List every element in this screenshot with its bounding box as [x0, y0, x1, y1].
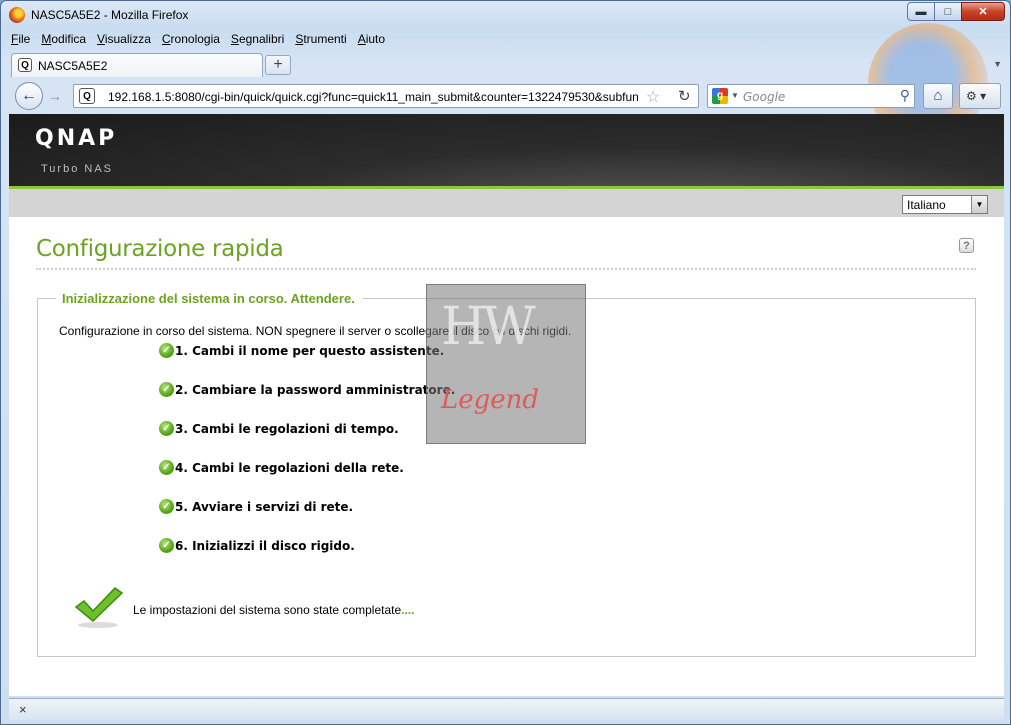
check-icon: ✓ — [159, 421, 174, 436]
list-item: ✓ 1. Cambi il nome per questo assistente… — [159, 343, 455, 382]
menu-strumenti[interactable]: Strumenti — [295, 32, 346, 50]
menu-file[interactable]: File — [11, 32, 30, 50]
step-label: 3. Cambi le regolazioni di tempo. — [175, 422, 399, 436]
check-icon: ✓ — [159, 538, 174, 553]
close-icon[interactable]: × — [19, 702, 27, 717]
completed-text: Le impostazioni del sistema sono state c… — [133, 603, 402, 617]
qnap-favicon-icon: Q — [18, 58, 32, 72]
menu-segnalibri[interactable]: Segnalibri — [231, 32, 284, 50]
back-button[interactable]: ← — [15, 82, 43, 110]
step-label: 6. Inizializzi il disco rigido. — [175, 539, 355, 553]
title-bar: NASC5A5E2 - Mozilla Firefox ▬ □ ✕ — [1, 1, 1010, 30]
tab-list-icon[interactable]: ▼ — [993, 59, 1002, 69]
list-item: ✓ 2. Cambiare la password amministratore… — [159, 382, 455, 421]
minimize-button[interactable]: ▬ — [907, 2, 935, 21]
tab-active[interactable]: Q NASC5A5E2 — [11, 53, 263, 77]
chevron-down-icon[interactable]: ▼ — [971, 196, 987, 213]
url-text[interactable]: 192.168.1.5:8080/cgi-bin/quick/quick.cgi… — [108, 90, 642, 104]
list-item: ✓ 3. Cambi le regolazioni di tempo. — [159, 421, 455, 460]
help-icon[interactable]: ? — [959, 238, 974, 253]
page-content: QNAP Turbo NAS Italiano ▼ Configurazione… — [9, 114, 1004, 696]
qnap-header: QNAP Turbo NAS — [9, 114, 1004, 186]
address-bar[interactable]: Q 192.168.1.5:8080/cgi-bin/quick/quick.c… — [73, 84, 699, 108]
search-bar[interactable]: g ▼ Google ⚲ — [707, 84, 915, 108]
completed-message: Le impostazioni del sistema sono state c… — [133, 603, 415, 617]
site-identity-icon[interactable]: Q — [79, 88, 95, 104]
search-engine-dropdown-icon[interactable]: ▼ — [731, 91, 739, 100]
qnap-subtitle: Turbo NAS — [41, 163, 114, 175]
search-input[interactable]: Google — [743, 90, 785, 104]
check-icon: ✓ — [159, 499, 174, 514]
check-icon: ✓ — [159, 382, 174, 397]
addon-button[interactable]: ⚙ ▾ — [959, 83, 1001, 109]
completed-dots: .... — [401, 603, 415, 617]
step-label: 5. Avviare i servizi di rete. — [175, 500, 354, 514]
menu-visualizza[interactable]: Visualizza — [97, 32, 151, 50]
qnap-logo: QNAP — [35, 126, 118, 151]
list-item: ✓ 4. Cambi le regolazioni della rete. — [159, 460, 455, 499]
new-tab-button[interactable]: + — [265, 55, 291, 75]
tab-label: NASC5A5E2 — [38, 59, 108, 73]
window-title: NASC5A5E2 - Mozilla Firefox — [31, 8, 189, 22]
tab-bar: Q NASC5A5E2 + ▼ — [9, 53, 1004, 77]
check-icon: ✓ — [159, 343, 174, 358]
bookmark-star-icon[interactable]: ☆ — [646, 87, 660, 107]
step-label: 2. Cambiare la password amministratore. — [175, 383, 456, 397]
list-item: ✓ 6. Inizializzi il disco rigido. — [159, 538, 455, 577]
title-divider — [36, 268, 976, 270]
list-item: ✓ 5. Avviare i servizi di rete. — [159, 499, 455, 538]
menu-bar: File Modifica Visualizza Cronologia Segn… — [11, 32, 396, 50]
panel-legend: Inizializzazione del sistema in corso. A… — [56, 291, 363, 306]
menu-modifica[interactable]: Modifica — [41, 32, 86, 50]
close-button[interactable]: ✕ — [961, 2, 1005, 21]
check-icon: ✓ — [159, 460, 174, 475]
watermark-top: HW — [441, 297, 536, 357]
menu-cronologia[interactable]: Cronologia — [162, 32, 220, 50]
language-select[interactable]: Italiano ▼ — [902, 195, 988, 214]
forward-button[interactable]: → — [45, 87, 65, 105]
language-bar: Italiano ▼ — [9, 189, 1004, 217]
step-label: 4. Cambi le regolazioni della rete. — [175, 461, 404, 475]
reload-icon[interactable]: ↻ — [678, 87, 691, 105]
search-magnifier-icon[interactable]: ⚲ — [900, 87, 910, 104]
maximize-button[interactable]: □ — [934, 2, 962, 21]
status-bar: × — [9, 698, 1004, 720]
watermark-logo: HW Legend — [426, 284, 586, 444]
firefox-icon — [9, 7, 25, 23]
language-selected: Italiano — [907, 198, 946, 212]
menu-aiuto[interactable]: Aiuto — [358, 32, 385, 50]
completed-check-icon — [74, 587, 124, 628]
google-icon[interactable]: g — [712, 88, 728, 104]
home-button[interactable]: ⌂ — [923, 83, 953, 109]
navigation-bar: ← → Q 192.168.1.5:8080/cgi-bin/quick/qui… — [9, 79, 1004, 113]
step-list: ✓ 1. Cambi il nome per questo assistente… — [159, 343, 455, 577]
watermark-bottom: Legend — [441, 385, 540, 415]
browser-window: NASC5A5E2 - Mozilla Firefox ▬ □ ✕ File M… — [0, 0, 1011, 725]
page-title: Configurazione rapida — [36, 236, 284, 262]
window-controls: ▬ □ ✕ — [907, 2, 1005, 21]
step-label: 1. Cambi il nome per questo assistente. — [175, 344, 445, 358]
